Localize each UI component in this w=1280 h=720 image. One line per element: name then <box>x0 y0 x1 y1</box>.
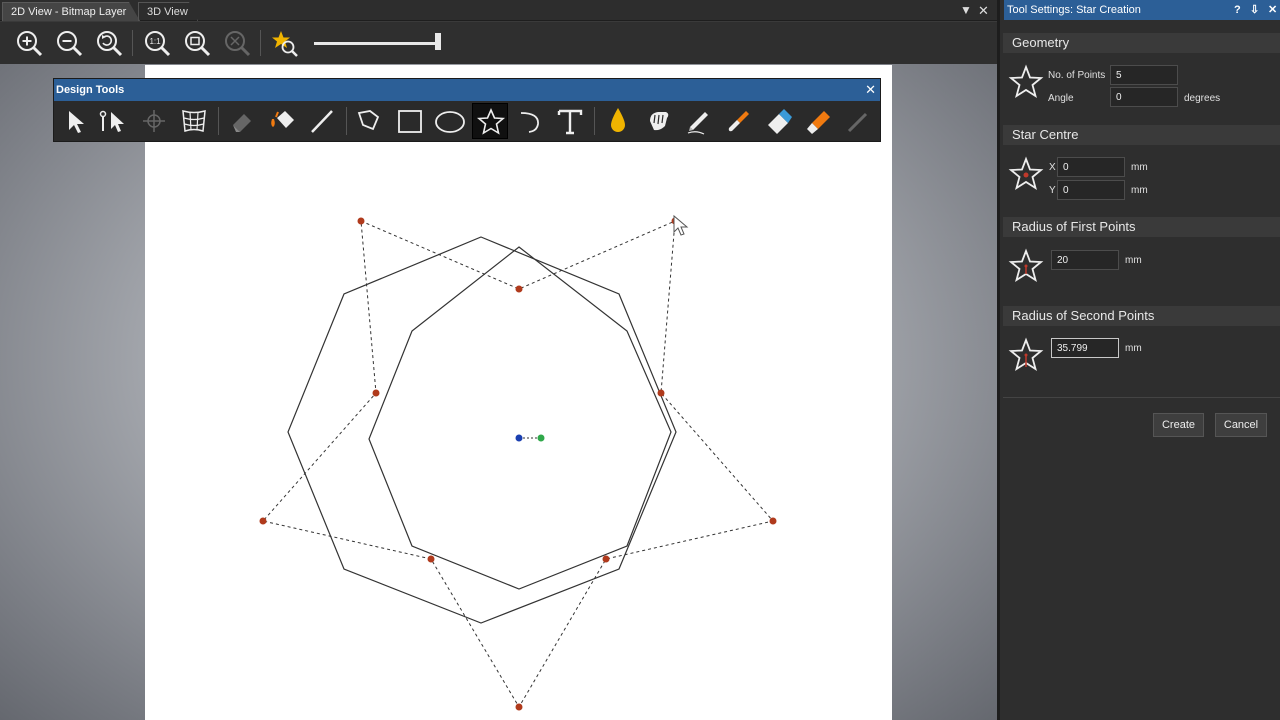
rectangle-icon[interactable] <box>392 103 428 139</box>
star-icon[interactable] <box>472 103 508 139</box>
toolbar-separator <box>132 30 133 56</box>
star-vertex-handle[interactable] <box>671 217 679 225</box>
zoom-slider[interactable] <box>314 33 441 50</box>
radius-first-unit: mm <box>1125 255 1142 266</box>
zoom-slider-track <box>314 42 436 45</box>
pin-icon[interactable]: ⇩ <box>1250 0 1259 20</box>
paint-bucket-icon[interactable] <box>264 103 300 139</box>
centre-y-unit: mm <box>1131 185 1148 196</box>
view-toolbar: 1:1 <box>0 22 997 64</box>
canvas-viewport[interactable] <box>0 64 997 720</box>
zoom-fit-icon[interactable] <box>182 28 212 58</box>
select-arrow-icon[interactable] <box>58 103 94 139</box>
points-label: No. of Points <box>1048 70 1106 81</box>
centre-y-label: Y <box>1049 185 1056 196</box>
tool-settings-titlebar[interactable]: Tool Settings: Star Creation ? ⇩ ✕ <box>1004 0 1280 20</box>
zoom-out-icon[interactable] <box>54 28 84 58</box>
design-tools-title: Design Tools <box>56 84 125 96</box>
zoom-previous-icon[interactable] <box>94 28 124 58</box>
star-vertex-handle[interactable] <box>657 389 665 397</box>
angle-label: Angle <box>1048 93 1074 104</box>
brush-icon[interactable] <box>720 103 756 139</box>
star-centre-section-header[interactable]: Star Centre <box>1003 125 1280 145</box>
tab-list-dropdown-icon[interactable]: ▼ <box>960 3 972 17</box>
eraser-fill-icon[interactable] <box>224 103 260 139</box>
view-tab-bar: 2D View - Bitmap Layer 3D View ▼ ✕ <box>0 0 997 21</box>
angle-input[interactable] <box>1110 87 1178 107</box>
geometry-star-icon <box>1008 64 1044 100</box>
star-vertex-handle[interactable] <box>515 285 523 293</box>
polyline-icon[interactable] <box>352 103 388 139</box>
line-icon[interactable] <box>304 103 340 139</box>
tab-2d-view[interactable]: 2D View - Bitmap Layer <box>2 2 140 21</box>
star-angle-handle[interactable] <box>537 434 545 442</box>
design-tools-palette: Design Tools ✕ <box>53 78 881 142</box>
smudge-icon[interactable] <box>640 103 676 139</box>
tools-separator <box>594 107 595 135</box>
centre-x-label: X <box>1049 162 1056 173</box>
points-input[interactable] <box>1110 65 1178 85</box>
star-vertex-handle[interactable] <box>372 389 380 397</box>
radius-second-section-header[interactable]: Radius of Second Points <box>1003 306 1280 326</box>
close-view-icon[interactable]: ✕ <box>978 3 989 19</box>
transform-icon[interactable] <box>136 103 172 139</box>
eraser-icon[interactable] <box>760 103 796 139</box>
zoom-in-icon[interactable] <box>14 28 44 58</box>
radius-first-input[interactable] <box>1051 250 1119 270</box>
spray-icon[interactable] <box>840 103 876 139</box>
help-icon[interactable]: ? <box>1234 0 1241 20</box>
panel-divider <box>1003 397 1280 398</box>
tab-3d-view[interactable]: 3D View <box>138 2 198 21</box>
zoom-actual-size-icon[interactable]: 1:1 <box>142 28 172 58</box>
radius-first-star-icon <box>1008 248 1044 284</box>
tools-separator <box>346 107 347 135</box>
drop-icon[interactable] <box>600 103 636 139</box>
design-tools-row <box>54 101 880 141</box>
svg-text:1:1: 1:1 <box>149 37 161 46</box>
text-icon[interactable] <box>552 103 588 139</box>
tool-settings-title: Tool Settings: Star Creation <box>1007 4 1141 16</box>
grid-warp-icon[interactable] <box>176 103 212 139</box>
zoom-slider-thumb[interactable] <box>435 33 441 50</box>
geometry-section-header[interactable]: Geometry <box>1003 33 1280 53</box>
close-panel-icon[interactable]: ✕ <box>1268 0 1277 20</box>
zoom-selection-icon[interactable] <box>222 28 252 58</box>
centre-x-unit: mm <box>1131 162 1148 173</box>
radius-second-input[interactable] <box>1051 338 1119 358</box>
workspace-area: 2D View - Bitmap Layer 3D View ▼ ✕ 1:1 D… <box>0 0 997 720</box>
create-button[interactable]: Create <box>1153 413 1204 437</box>
cancel-button[interactable]: Cancel <box>1215 413 1267 437</box>
pencil-icon[interactable] <box>680 103 716 139</box>
angle-unit: degrees <box>1184 93 1221 104</box>
arc-icon[interactable] <box>512 103 548 139</box>
design-tools-close-icon[interactable]: ✕ <box>865 79 876 101</box>
highlighter-icon[interactable] <box>800 103 836 139</box>
tool-settings-panel: Tool Settings: Star Creation ? ⇩ ✕ Geome… <box>997 0 1280 720</box>
toolbar-separator <box>260 30 261 56</box>
radius-first-section-header[interactable]: Radius of First Points <box>1003 217 1280 237</box>
ellipse-icon[interactable] <box>432 103 468 139</box>
centre-x-input[interactable] <box>1057 157 1125 177</box>
centre-y-input[interactable] <box>1057 180 1125 200</box>
star-vertex-handle[interactable] <box>427 555 435 563</box>
star-vertex-handle[interactable] <box>515 703 523 711</box>
star-centre-handle[interactable] <box>515 434 523 442</box>
star-vertex-handle[interactable] <box>357 217 365 225</box>
star-vertex-handle[interactable] <box>602 555 610 563</box>
radius-second-star-icon <box>1008 337 1044 373</box>
radius-second-unit: mm <box>1125 343 1142 354</box>
star-vertex-handle[interactable] <box>769 517 777 525</box>
view-favourite-icon[interactable] <box>270 28 300 58</box>
node-edit-icon[interactable] <box>96 103 132 139</box>
design-tools-titlebar[interactable]: Design Tools ✕ <box>54 79 880 101</box>
drawing-page[interactable] <box>145 65 892 720</box>
centre-star-icon <box>1008 156 1044 192</box>
star-vertex-handle[interactable] <box>259 517 267 525</box>
tools-separator <box>218 107 219 135</box>
